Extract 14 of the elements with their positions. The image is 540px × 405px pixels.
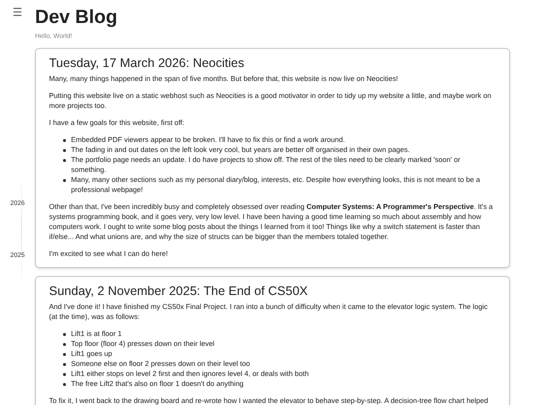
- bullet-icon: [63, 138, 66, 142]
- bullet-icon: [63, 382, 66, 386]
- bullet-icon: [63, 332, 66, 336]
- menu-icon[interactable]: ☰: [12, 8, 22, 19]
- bullet-icon: [63, 352, 66, 356]
- post-title: Tuesday, 17 March 2026: Neocities: [49, 54, 246, 72]
- post-title: Sunday, 2 November 2025: The End of CS50X: [49, 282, 309, 300]
- bullet-icon: [63, 178, 66, 182]
- bullet-icon: [63, 342, 66, 346]
- blog-title: Dev Blog: [35, 8, 118, 27]
- bullet-icon: [63, 372, 66, 376]
- bullet-icon: [63, 158, 66, 162]
- bullet-icon: [63, 148, 66, 152]
- bullet-icon: [63, 362, 66, 366]
